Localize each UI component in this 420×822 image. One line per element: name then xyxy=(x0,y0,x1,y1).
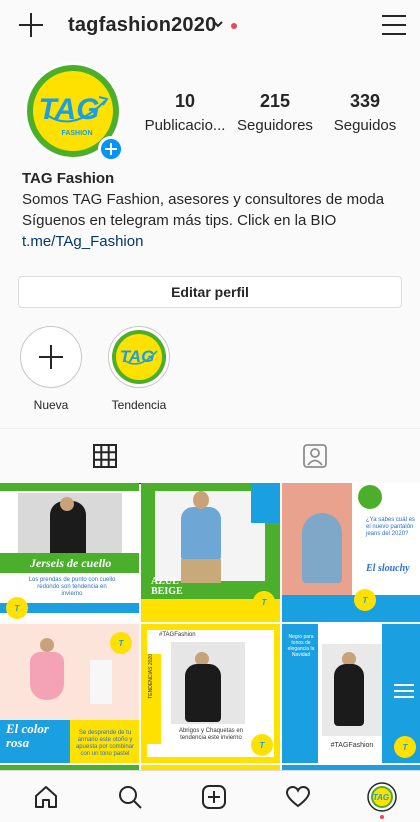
stat-followers-value: 215 xyxy=(259,91,291,111)
post-5[interactable]: #TAGFashion TENDENCIAS 2020 Abrigos y Ch… xyxy=(141,624,280,763)
post-1-caption: Los prendas de punto con cuello redondo … xyxy=(28,577,116,597)
post-2-title: AZUL BEIGE xyxy=(151,576,183,597)
activity-dot xyxy=(380,815,384,819)
post-4-logo: T xyxy=(110,632,132,654)
posts-grid: Jerseis de cuello Los prendas de punto c… xyxy=(0,483,420,785)
post-5-title: TENDENCIAS 2020 xyxy=(148,654,154,699)
post-4-caption: Se desprende de tu armario este otoño y … xyxy=(75,730,135,757)
profile-username[interactable]: tagfashion2020 xyxy=(68,14,216,37)
add-story-icon[interactable] xyxy=(98,136,124,162)
post-5-logo: T xyxy=(251,734,273,756)
tab-grid[interactable] xyxy=(0,429,210,484)
search-icon[interactable] xyxy=(114,781,146,813)
heart-icon[interactable] xyxy=(282,781,314,813)
bio-line-1: Somos TAG Fashion, asesores y consultore… xyxy=(22,191,385,208)
stat-posts-value: 10 xyxy=(174,91,196,111)
post-2-logo: T xyxy=(253,591,275,613)
post-3-title: El slouchy xyxy=(366,563,410,574)
profile-avatar[interactable]: TAG FASHION xyxy=(24,62,124,162)
notification-dot xyxy=(231,23,237,29)
post-4-title: El color rosa xyxy=(6,721,49,750)
bio-link[interactable]: t.me/TAg_Fashion xyxy=(22,231,402,252)
post-1-logo: T xyxy=(6,597,28,619)
stat-following-value: 339 xyxy=(349,91,381,111)
nav-logo-text: TAG xyxy=(373,793,389,802)
avatar-logo-subtext: FASHION xyxy=(61,130,92,137)
home-icon[interactable] xyxy=(30,781,62,813)
highlight-new[interactable]: Nueva xyxy=(16,326,86,412)
chevron-down-icon[interactable] xyxy=(212,18,224,30)
post-2[interactable]: AZUL BEIGE T xyxy=(141,483,280,622)
highlight-tendencia[interactable]: TAG Tendencia xyxy=(104,326,174,412)
highlight-tendencia-label: Tendencia xyxy=(111,398,167,412)
profile-name: TAG Fashion xyxy=(22,170,115,187)
menu-icon[interactable] xyxy=(382,15,406,35)
post-5-caption: Abrigos y Chaquetas en tendencia este in… xyxy=(178,728,244,741)
profile-tabs xyxy=(0,428,420,484)
post-6-logo: T xyxy=(394,736,416,758)
bio-line-2: Síguenos en telegram más tips. Click en … xyxy=(22,212,337,229)
post-1[interactable]: Jerseis de cuello Los prendas de punto c… xyxy=(0,483,139,622)
post-5-tag: #TAGFashion xyxy=(159,632,196,638)
highlight-tendencia-cover: TAG xyxy=(108,326,170,388)
tag-logo-icon: TAG xyxy=(112,330,166,384)
post-6-title: #TAGFashion xyxy=(330,742,374,749)
plus-icon xyxy=(20,326,82,388)
highlight-new-label: Nueva xyxy=(33,398,69,412)
stat-following-label: Seguidos xyxy=(333,117,397,134)
profile-avatar-icon[interactable]: TAG xyxy=(366,781,398,813)
post-3-logo: T xyxy=(354,589,376,611)
stat-followers-label: Seguidores xyxy=(237,117,313,134)
post-3[interactable]: ¿Ya sabes cuál es el nuevo pantalón jean… xyxy=(282,483,420,622)
stat-posts-label: Publicacio... xyxy=(144,117,226,134)
tagged-person-icon xyxy=(303,444,327,468)
top-bar: tagfashion2020 xyxy=(0,0,420,54)
new-post-icon[interactable] xyxy=(198,781,230,813)
stat-posts[interactable]: 10 Publicacio... xyxy=(140,90,230,136)
profile-bio: TAG Fashion Somos TAG Fashion, asesores … xyxy=(22,168,402,252)
post-6-caption: Negro para tonos de elegancia la Navidad xyxy=(287,634,315,658)
profile-stats: 10 Publicacio... 215 Seguidores 339 Segu… xyxy=(140,90,410,136)
edit-profile-button[interactable]: Editar perfil xyxy=(18,276,402,308)
stat-followers[interactable]: 215 Seguidores xyxy=(230,90,320,136)
stat-following[interactable]: 339 Seguidos xyxy=(320,90,410,136)
post-3-caption: ¿Ya sabes cuál es el nuevo pantalón jean… xyxy=(366,517,415,537)
post-1-title: Jerseis de cuello xyxy=(30,556,112,570)
bottom-navigation: TAG xyxy=(0,770,420,822)
grid-icon xyxy=(93,444,117,468)
new-post-icon[interactable] xyxy=(18,12,44,38)
tab-tagged[interactable] xyxy=(210,429,420,483)
post-4[interactable]: T El color rosa Se desprende de tu armar… xyxy=(0,624,139,763)
post-6[interactable]: Negro para tonos de elegancia la Navidad… xyxy=(282,624,420,763)
